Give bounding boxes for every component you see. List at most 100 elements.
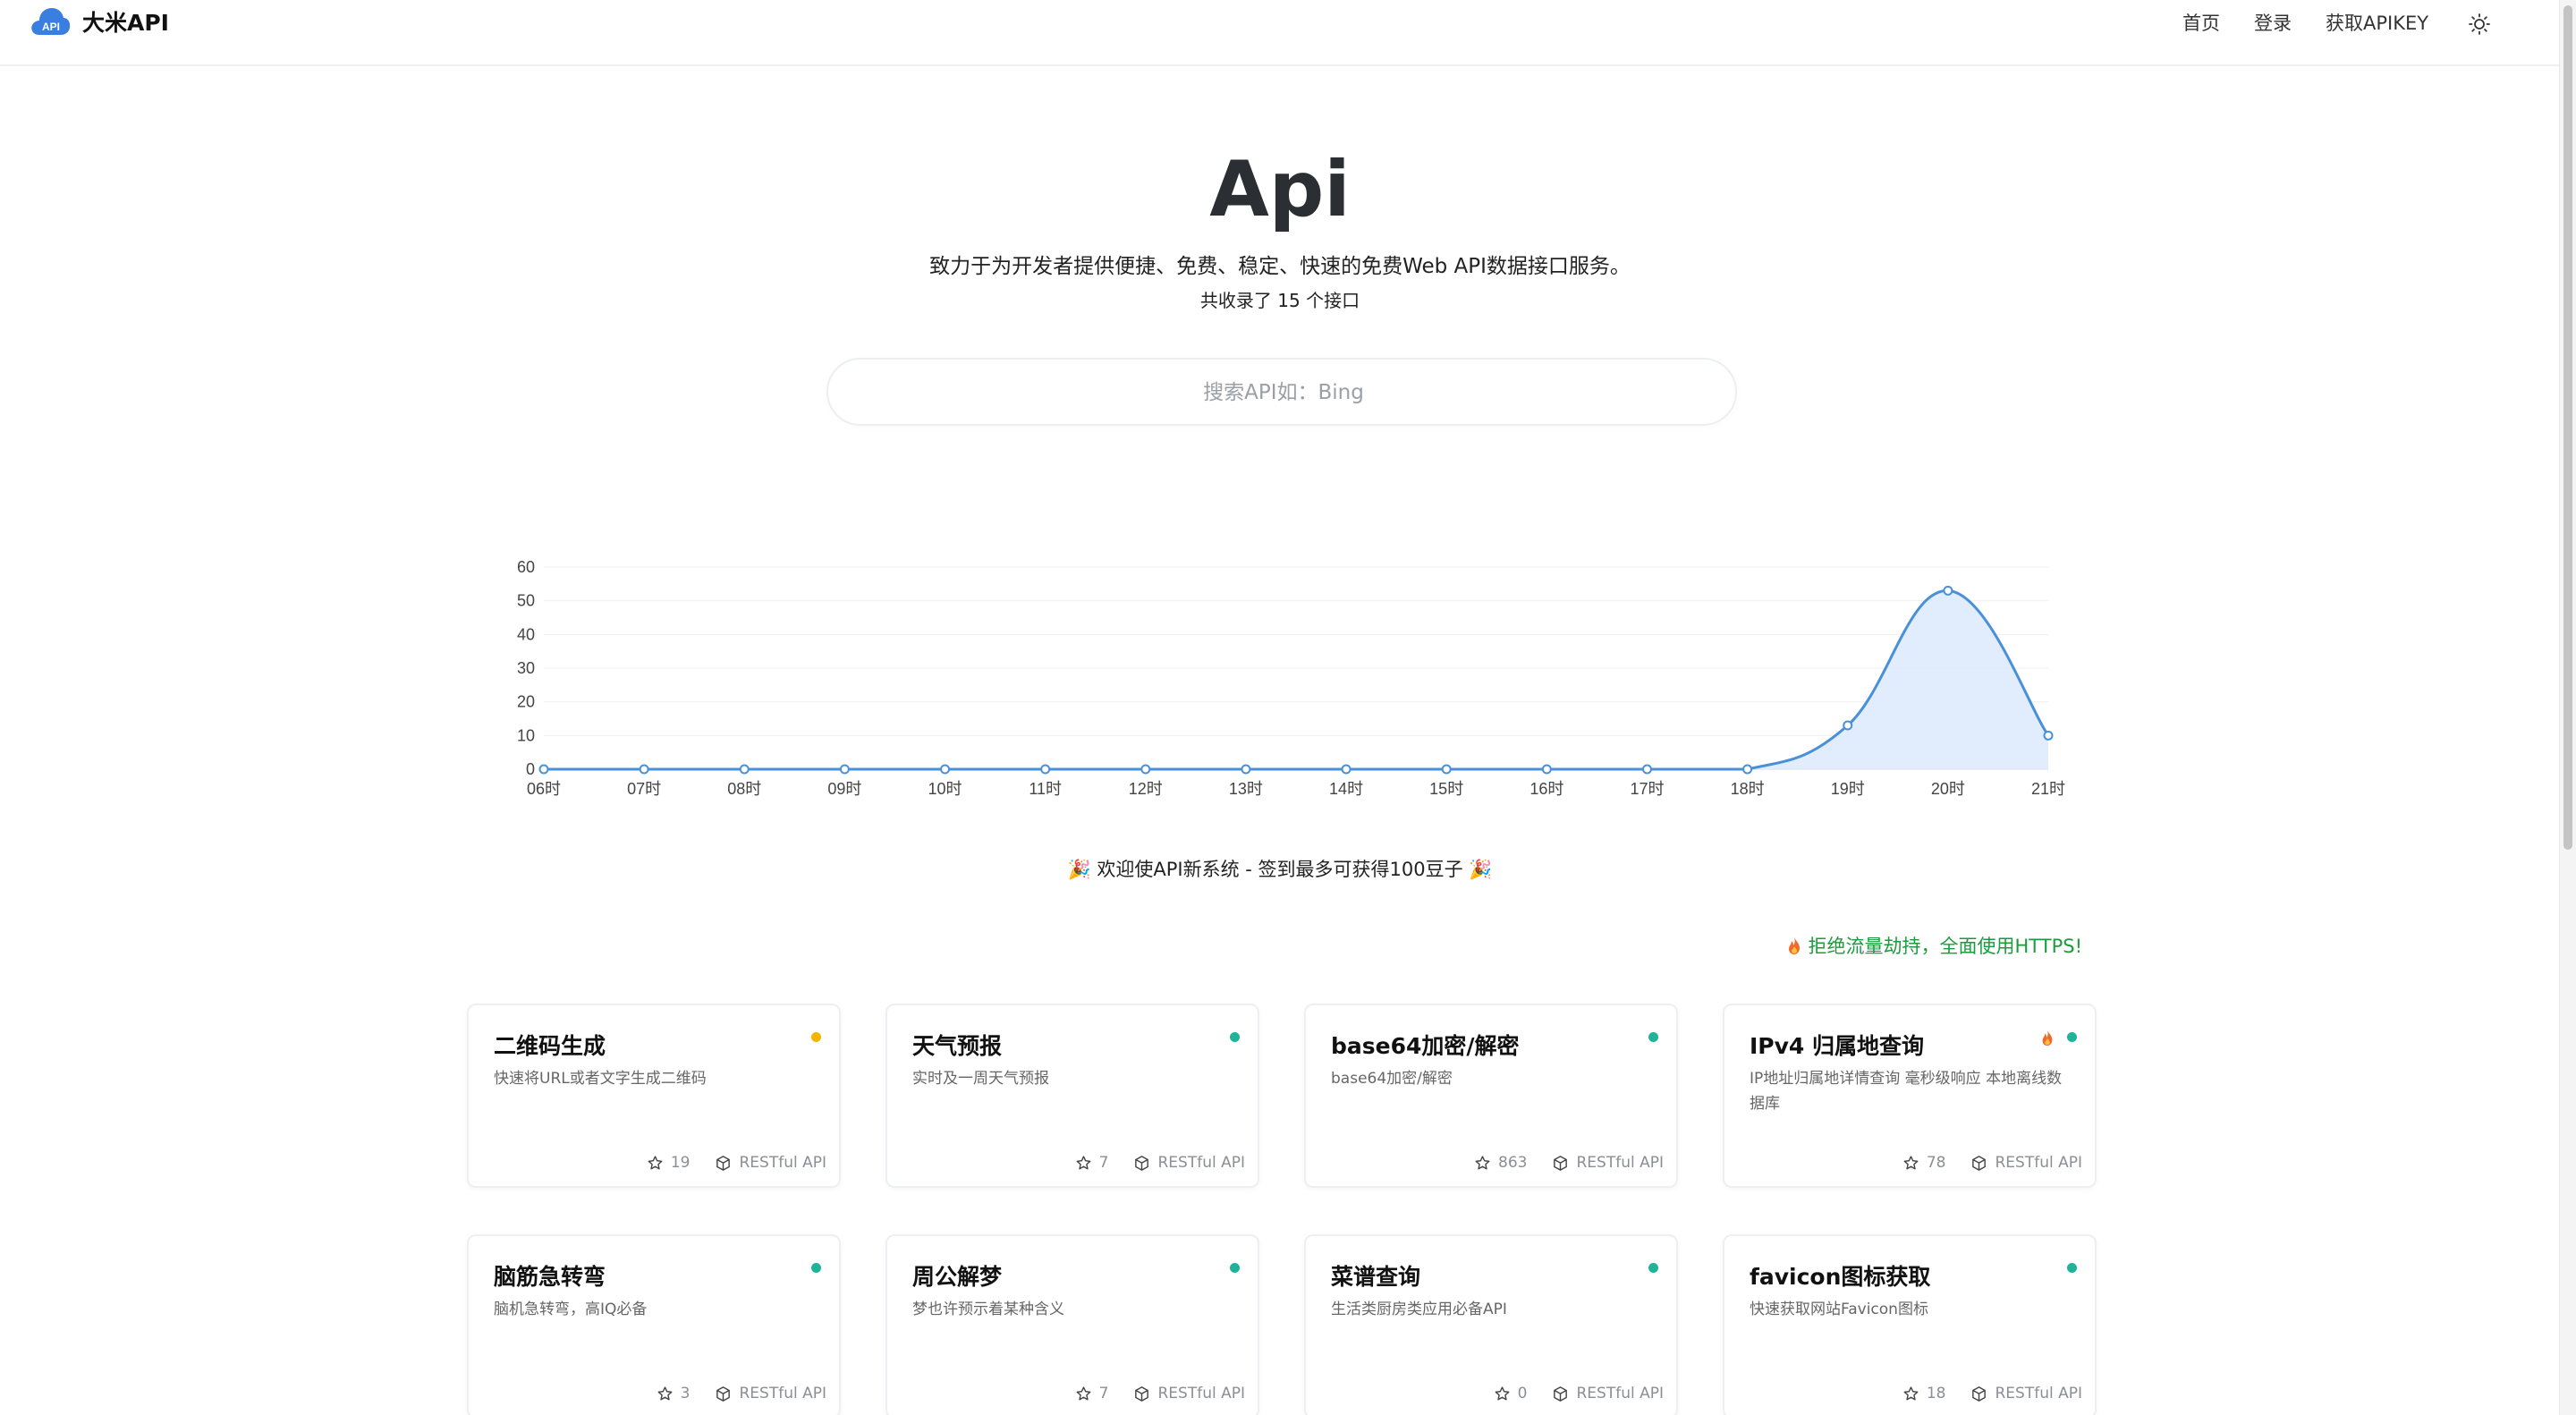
card-footer: 78 RESTful API (1902, 1154, 2082, 1172)
y-tick-label: 10 (517, 726, 535, 744)
data-point (538, 764, 549, 775)
star-count-value: 0 (1517, 1385, 1528, 1402)
data-point (2043, 730, 2054, 741)
page-scrollbar[interactable] (2559, 0, 2576, 1415)
star-icon (1903, 1385, 1919, 1400)
x-tick-label: 07时 (627, 780, 661, 798)
star-count[interactable]: 863 (1474, 1154, 1527, 1172)
api-type: RESTful API (715, 1385, 826, 1402)
star-count[interactable]: 7 (1075, 1385, 1109, 1402)
card-footer: 19 RESTful API (647, 1154, 826, 1172)
api-type: RESTful API (1133, 1154, 1245, 1172)
series-line (543, 589, 2050, 771)
data-point (1843, 720, 1853, 731)
card-title: 周公解梦 (912, 1264, 1003, 1290)
cube-icon (1135, 1155, 1149, 1171)
series-area (544, 590, 2048, 769)
x-tick-label: 14时 (1329, 780, 1363, 798)
data-point (839, 764, 850, 775)
x-tick-label: 17时 (1630, 780, 1664, 798)
https-note: 拒绝流量劫持，全面使用HTTPS! (1785, 932, 2083, 959)
data-point (739, 764, 750, 775)
status-dot (811, 1263, 821, 1273)
star-icon (1495, 1385, 1510, 1400)
api-card[interactable]: favicon图标获取 快速获取网站Favicon图标 18 RESTful API (1723, 1234, 2097, 1415)
usage-chart-svg: 0 10 20 30 40 50 60 06时 07时 08时 09时 10时 11时 12时 13时 14时… (517, 558, 2065, 798)
cube-icon (1972, 1385, 1987, 1402)
x-tick-label: 10时 (928, 780, 962, 798)
star-count[interactable]: 78 (1902, 1154, 1945, 1172)
y-tick-label: 60 (517, 558, 535, 576)
x-tick-label: 19时 (1831, 780, 1865, 798)
x-tick-label: 11时 (1029, 780, 1062, 798)
api-card[interactable]: 周公解梦 梦也许预示着某种含义 7 RESTful API (886, 1234, 1259, 1415)
https-note-text: 拒绝流量劫持，全面使用HTTPS! (1808, 936, 2083, 957)
x-tick-label: 12时 (1129, 780, 1163, 798)
search-box (826, 358, 1739, 426)
card-title: 脑筋急转弯 (494, 1264, 606, 1290)
card-footer: 0 RESTful API (1494, 1385, 1664, 1402)
api-card[interactable]: 菜谱查询 生活类厨房类应用必备API 0 RESTful API (1304, 1234, 1678, 1415)
api-card[interactable]: base64加密/解密 base64加密/解密 863 RESTful API (1304, 1004, 1678, 1188)
data-point (1140, 764, 1151, 775)
data-point (1943, 585, 1953, 596)
y-tick-label: 30 (517, 659, 535, 677)
nav-get-apikey[interactable]: 获取APIKEY (2326, 9, 2428, 36)
card-title: base64加密/解密 (1331, 1033, 1520, 1059)
nav-home[interactable]: 首页 (2182, 9, 2220, 36)
api-type-label: RESTful API (1576, 1385, 1664, 1402)
card-title: 二维码生成 (494, 1033, 606, 1059)
x-tick-label: 20时 (1931, 780, 1965, 798)
card-footer: 18 RESTful API (1902, 1385, 2082, 1402)
x-tick-label: 09时 (827, 780, 861, 798)
status-dot (2067, 1263, 2077, 1273)
api-type: RESTful API (1552, 1385, 1664, 1402)
api-type: RESTful API (1133, 1385, 1245, 1402)
site-name: 大米API (82, 10, 169, 36)
card-footer: 3 RESTful API (657, 1385, 826, 1402)
card-footer: 7 RESTful API (1075, 1154, 1245, 1172)
cube-icon (716, 1385, 731, 1402)
card-description: 实时及一周天气预报 (912, 1070, 1049, 1088)
card-footer: 7 RESTful API (1075, 1385, 1245, 1402)
star-icon (657, 1385, 673, 1400)
api-card[interactable]: IPv4 归属地查询 IP地址归属地详情查询 毫秒级响应 本地离线数据库 78 RES… (1723, 1004, 2097, 1188)
status-dot (811, 1032, 821, 1042)
welcome-banner: 🎉 欢迎使API新系统 - 签到最多可获得100豆子 🎉 (1067, 859, 1493, 880)
cube-icon (1554, 1385, 1568, 1402)
card-description: base64加密/解密 (1331, 1070, 1453, 1088)
scrollbar-thumb[interactable] (2563, 5, 2572, 850)
svg-text:API: API (42, 21, 60, 33)
sun-theme-toggle-icon[interactable] (2468, 13, 2491, 36)
api-type: RESTful API (1970, 1154, 2082, 1172)
api-type-label: RESTful API (1157, 1154, 1245, 1172)
nav-login[interactable]: 登录 (2254, 9, 2292, 36)
api-card[interactable]: 二维码生成 快速将URL或者文字生成二维码 19 RESTful API (467, 1004, 841, 1188)
api-card[interactable]: 天气预报 实时及一周天气预报 7 RESTful API (886, 1004, 1259, 1188)
star-count[interactable]: 18 (1902, 1385, 1945, 1402)
star-icon (1076, 1155, 1091, 1169)
search-input[interactable] (828, 360, 1739, 426)
star-count[interactable]: 19 (647, 1154, 691, 1172)
logo[interactable]: API 大米API (29, 2, 169, 41)
x-tick-label: 13时 (1229, 780, 1263, 798)
star-count[interactable]: 3 (657, 1385, 690, 1402)
star-count[interactable]: 0 (1494, 1385, 1528, 1402)
status-dot (1648, 1263, 1658, 1273)
api-type-label: RESTful API (1995, 1385, 2082, 1402)
star-count-value: 7 (1098, 1385, 1109, 1402)
fire-icon (1788, 936, 1800, 954)
card-description: 快速获取网站Favicon图标 (1750, 1301, 1928, 1318)
status-dot (1230, 1032, 1240, 1042)
star-count[interactable]: 7 (1075, 1154, 1108, 1172)
data-point (1241, 764, 1251, 775)
star-count-value: 19 (670, 1154, 691, 1172)
top-header: API 大米API 首页 登录 获取APIKEY (0, 0, 2560, 66)
hot-fire-icon (2042, 1029, 2053, 1046)
hero-subtitle: 致力于为开发者提供便捷、免费、稳定、快速的免费Web API数据接口服务。 (929, 255, 1631, 278)
star-icon (1076, 1385, 1091, 1400)
api-card[interactable]: 脑筋急转弯 脑机急转弯，高IQ必备 3 RESTful API (467, 1234, 841, 1415)
x-tick-label: 21时 (2031, 780, 2065, 798)
cloud-logo-icon: API (31, 8, 71, 35)
page: API 大米API 首页 登录 获取APIKEY Api 致力于为开发者提供便捷… (0, 0, 2576, 1415)
